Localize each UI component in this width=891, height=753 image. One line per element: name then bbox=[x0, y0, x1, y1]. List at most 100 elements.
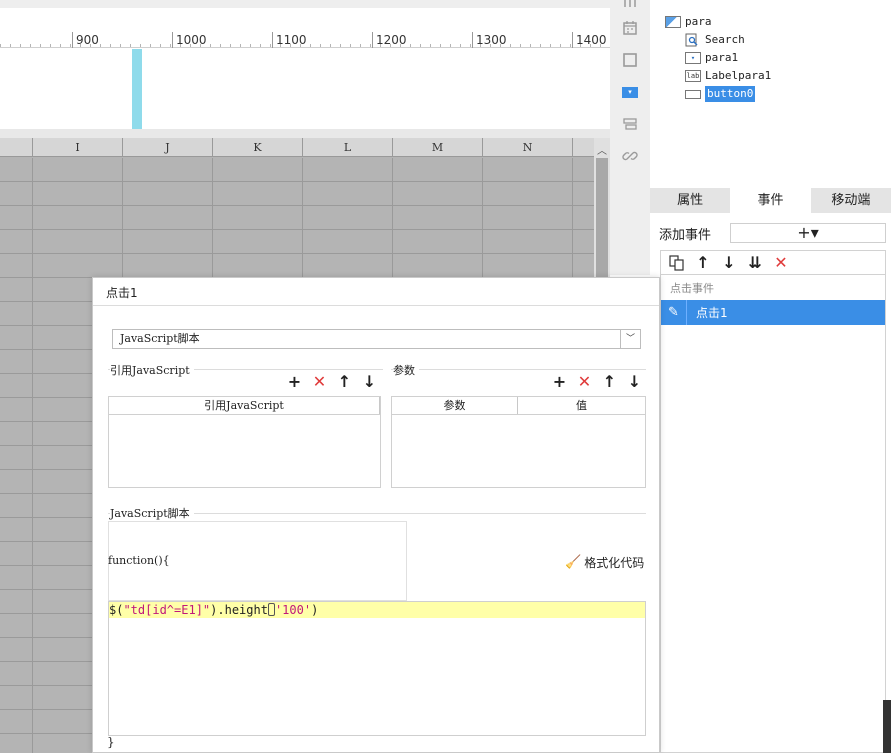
horizontal-ruler: 900 1000 1100 1200 1300 1400 bbox=[0, 32, 610, 48]
delete-icon[interactable]: ✕ bbox=[576, 372, 593, 391]
format-code-label: 格式化代码 bbox=[584, 556, 645, 570]
code-editor[interactable]: $("td[id^=E1]").height '100') bbox=[108, 601, 646, 736]
column-header-blank bbox=[0, 138, 33, 157]
function-closing-brace: } bbox=[107, 735, 115, 749]
event-editor-dialog: 点击1 JavaScript脚本 ﹀ 引用JavaScript + ✕ ↑ ↓ … bbox=[92, 277, 660, 753]
dialog-title: 点击1 bbox=[106, 286, 138, 300]
tree-item-label: para1 bbox=[705, 51, 739, 64]
label-widget-icon: lab bbox=[685, 70, 701, 82]
column-header[interactable]: K bbox=[213, 138, 303, 157]
param-name-column-header: 参数 bbox=[392, 397, 518, 414]
tree-item-label: Labelpara1 bbox=[705, 69, 772, 82]
design-canvas[interactable] bbox=[0, 49, 610, 129]
property-tabs: 属性 事件 移动端 bbox=[650, 188, 891, 213]
params-toolbar: + ✕ ↑ ↓ bbox=[551, 372, 643, 391]
widget-list-icon[interactable] bbox=[616, 0, 644, 14]
tree-item-label: button0 bbox=[705, 86, 756, 102]
code-string-token: '100' bbox=[274, 603, 312, 617]
tree-item-para[interactable]: para bbox=[665, 14, 712, 30]
tree-item-button0[interactable]: button0 bbox=[685, 86, 756, 102]
frame-icon[interactable] bbox=[616, 48, 644, 72]
layers-icon[interactable] bbox=[616, 112, 644, 136]
table-header: 引用JavaScript bbox=[109, 397, 380, 415]
scroll-up-icon[interactable]: ︿ bbox=[597, 142, 607, 157]
code-token: ).height bbox=[210, 603, 268, 617]
column-header[interactable]: J bbox=[123, 138, 213, 157]
canvas-column-marker bbox=[132, 49, 142, 129]
column-header[interactable]: M bbox=[393, 138, 483, 157]
ruler-label: 1200 bbox=[372, 32, 407, 48]
move-bottom-icon[interactable]: ⇊ bbox=[745, 253, 765, 273]
code-line: $("td[id^=E1]").height '100') bbox=[109, 602, 645, 618]
code-string-token: "td[id^=E1]" bbox=[123, 603, 211, 617]
ruler-label: 900 bbox=[72, 32, 99, 48]
script-type-select[interactable]: JavaScript脚本 ﹀ bbox=[112, 329, 641, 349]
form-panel-icon bbox=[665, 16, 681, 28]
move-down-icon[interactable]: ↓ bbox=[626, 372, 643, 391]
event-item[interactable]: ✎ 点击1 bbox=[661, 300, 885, 325]
ref-js-table[interactable]: 引用JavaScript bbox=[108, 396, 381, 488]
panel-scrollbar[interactable] bbox=[883, 700, 891, 753]
column-header[interactable]: N bbox=[483, 138, 573, 157]
script-type-value: JavaScript脚本 bbox=[120, 332, 200, 345]
broom-icon: 🧹 bbox=[565, 555, 582, 570]
param-value-column-header: 值 bbox=[576, 399, 587, 412]
event-list: 点击事件 ✎ 点击1 bbox=[660, 275, 886, 753]
event-item-label: 点击1 bbox=[696, 306, 728, 320]
dialog-title-divider bbox=[93, 305, 659, 306]
ruler-label: 1400 bbox=[572, 32, 607, 48]
text-cursor bbox=[267, 603, 275, 616]
table-header: 参数 值 bbox=[392, 397, 645, 415]
move-up-icon[interactable]: ↑ bbox=[601, 372, 618, 391]
search-widget-icon bbox=[685, 33, 701, 47]
event-group-label: 点击事件 bbox=[670, 282, 714, 295]
add-event-button[interactable]: +▾ bbox=[730, 223, 886, 243]
tree-item-label: para bbox=[685, 15, 712, 28]
ref-js-toolbar: + ✕ ↑ ↓ bbox=[286, 372, 378, 391]
dropdown-widget-icon: ▾ bbox=[685, 52, 701, 64]
column-header-blank bbox=[573, 138, 594, 157]
chevron-down-icon[interactable]: ﹀ bbox=[620, 330, 640, 348]
vertical-toolbar: ▾ bbox=[610, 0, 650, 275]
code-token: ) bbox=[311, 603, 319, 617]
scrollbar-thumb[interactable] bbox=[596, 158, 608, 278]
ref-js-column-header: 引用JavaScript bbox=[109, 397, 380, 414]
column-header[interactable]: I bbox=[33, 138, 123, 157]
button-widget-icon bbox=[685, 89, 701, 99]
column-header[interactable]: L bbox=[303, 138, 393, 157]
ruler-label: 1300 bbox=[472, 32, 507, 48]
edit-pencil-icon[interactable]: ✎ bbox=[661, 300, 687, 325]
tree-item-label: Search bbox=[705, 33, 745, 46]
function-signature: function(){ bbox=[108, 554, 170, 567]
ruler-label: 1100 bbox=[272, 32, 307, 48]
dropdown-widget-icon[interactable]: ▾ bbox=[616, 80, 644, 104]
params-table[interactable]: 参数 值 bbox=[391, 396, 646, 488]
delete-icon[interactable]: ✕ bbox=[311, 372, 328, 391]
move-down-icon[interactable]: ↓ bbox=[719, 253, 739, 273]
calendar-icon[interactable] bbox=[616, 16, 644, 40]
tab-events[interactable]: 事件 bbox=[730, 188, 811, 213]
ref-js-section-label: 引用JavaScript bbox=[110, 362, 194, 378]
tree-item-para1[interactable]: ▾ para1 bbox=[685, 50, 738, 66]
add-icon[interactable]: + bbox=[286, 372, 303, 391]
section-divider bbox=[391, 369, 646, 370]
params-section-label: 参数 bbox=[393, 362, 419, 378]
add-event-row: 添加事件 +▾ bbox=[650, 213, 891, 253]
link-icon[interactable] bbox=[616, 144, 644, 168]
add-icon[interactable]: + bbox=[551, 372, 568, 391]
move-up-icon[interactable]: ↑ bbox=[693, 253, 713, 273]
format-code-button[interactable]: 🧹 格式化代码 bbox=[565, 554, 644, 571]
tab-properties[interactable]: 属性 bbox=[650, 188, 730, 213]
tree-item-search[interactable]: Search bbox=[685, 32, 745, 48]
tree-item-labelpara1[interactable]: lab Labelpara1 bbox=[685, 68, 771, 84]
canvas-separator bbox=[0, 129, 610, 138]
move-down-icon[interactable]: ↓ bbox=[361, 372, 378, 391]
move-up-icon[interactable]: ↑ bbox=[336, 372, 353, 391]
ruler-label: 1000 bbox=[172, 32, 207, 48]
script-section-label: JavaScript脚本 bbox=[110, 505, 194, 521]
tab-mobile[interactable]: 移动端 bbox=[811, 188, 891, 213]
delete-icon[interactable]: ✕ bbox=[771, 253, 791, 273]
copy-icon[interactable] bbox=[667, 253, 687, 273]
widget-tree: para Search ▾ para1 lab Labelpara1 butto… bbox=[650, 0, 891, 188]
add-event-label: 添加事件 bbox=[659, 228, 712, 243]
